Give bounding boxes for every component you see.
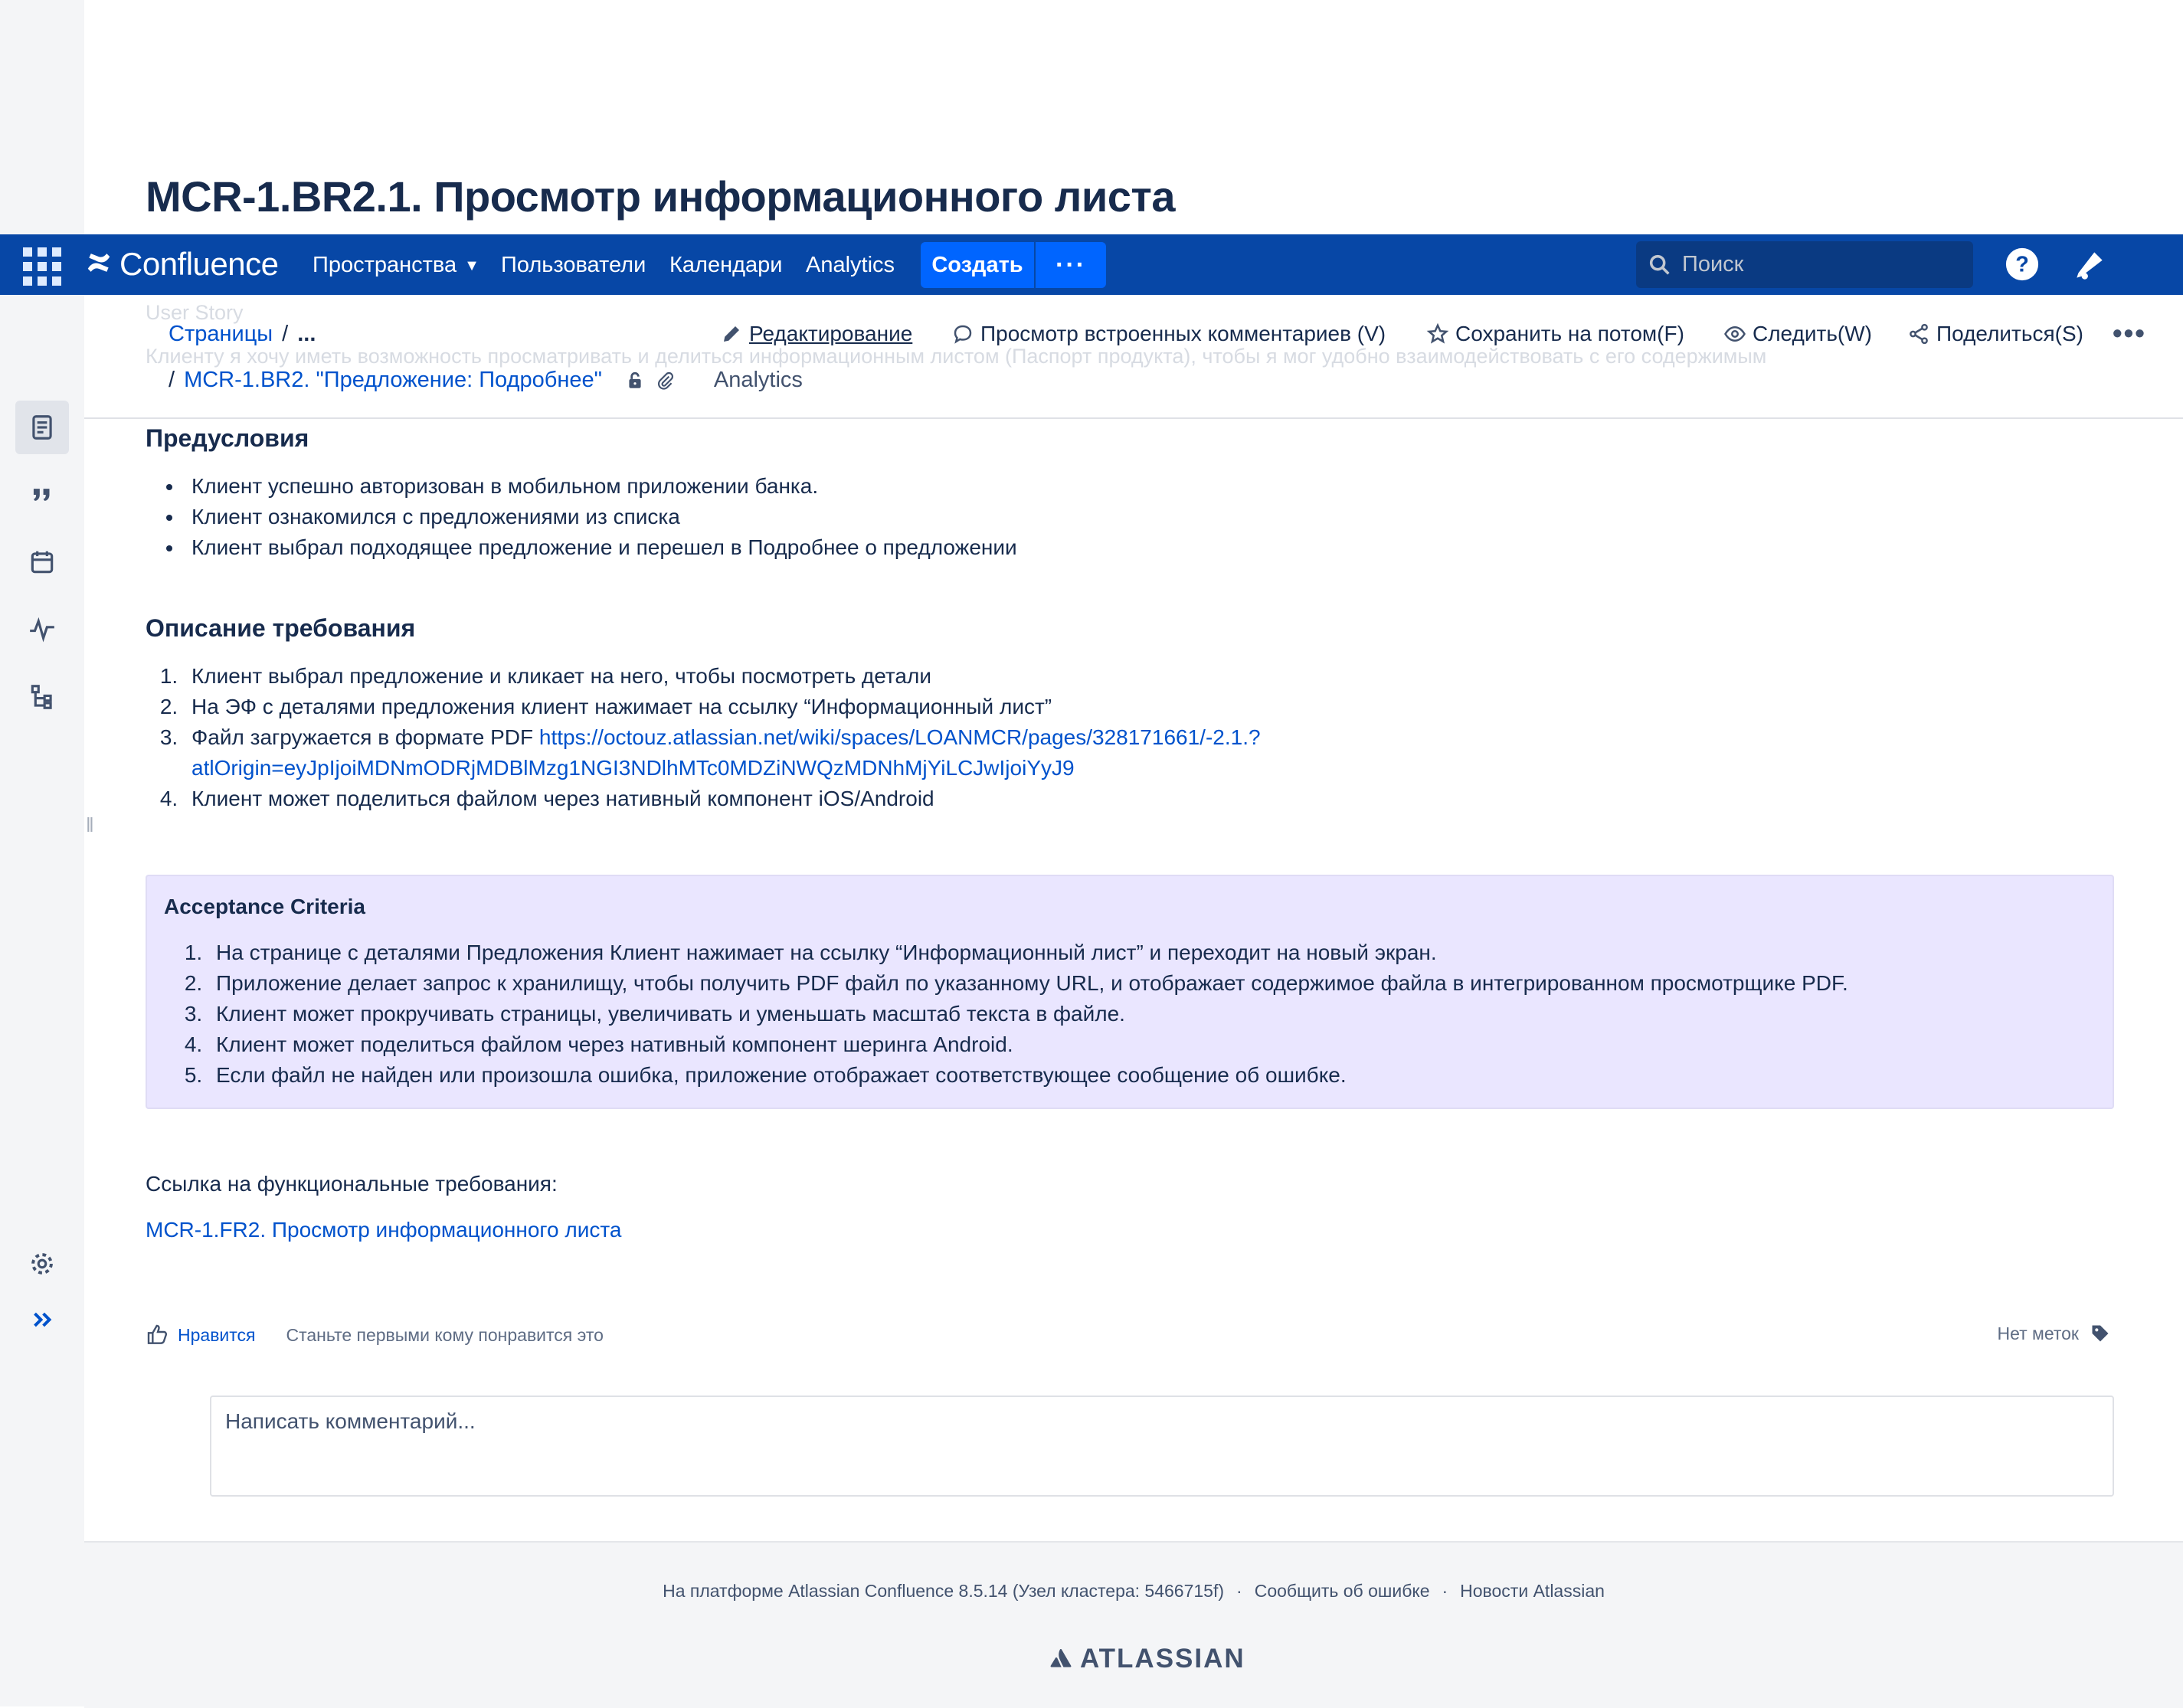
watch-button[interactable]: Следить(W)	[1723, 322, 1872, 346]
list-item-text: Файл загружается в формате PDF	[191, 725, 539, 749]
edit-label: Редактирование	[749, 322, 913, 345]
list-item: Клиент успешно авторизован в мобильном п…	[184, 471, 1017, 502]
breadcrumb-pages[interactable]: Страницы	[169, 322, 273, 346]
edit-icon	[724, 326, 739, 342]
footer-links: На платформе Atlassian Confluence 8.5.14…	[84, 1581, 2183, 1602]
settings-icon[interactable]	[15, 1237, 69, 1291]
confluence-logo-icon	[84, 248, 113, 281]
report-bug-link[interactable]: Сообщить об ошибке	[1255, 1581, 1430, 1601]
like-icon[interactable]	[146, 1323, 170, 1347]
pdf-link[interactable]: https://octouz.atlassian.net/wiki/spaces…	[539, 725, 1261, 749]
create-button[interactable]: Создать	[921, 242, 1034, 288]
atlassian-logo[interactable]: ATLASSIAN	[1048, 1644, 1245, 1674]
list-item: Клиент ознакомился с предложениями из сп…	[184, 502, 1017, 532]
app-switcher-icon[interactable]	[21, 246, 63, 287]
preconditions-heading: Предусловия	[146, 424, 309, 452]
list-item: Если файл не найден или произошла ошибка…	[208, 1060, 1848, 1091]
attachment-icon[interactable]	[656, 371, 676, 391]
pdf-link-continued[interactable]: atlOrigin=eyJpIjoiMDNmODRjMDBlMzg1NGI3ND…	[191, 756, 1075, 780]
share-label: Поделиться(S)	[1936, 322, 2083, 345]
breadcrumb-ellipsis[interactable]: ...	[297, 322, 316, 346]
nav-analytics[interactable]: Analytics	[806, 253, 895, 278]
notification-icon[interactable]	[2070, 246, 2109, 284]
save-for-later-button[interactable]: Сохранить на потом(F)	[1426, 322, 1684, 346]
nav-spaces[interactable]: Пространства ▼	[313, 253, 479, 278]
search-box[interactable]	[1636, 241, 1973, 288]
list-item: Клиент может прокручивать страницы, увел…	[208, 999, 1848, 1029]
like-row: Нравится Станьте первыми кому понравится…	[146, 1323, 604, 1347]
search-input[interactable]	[1681, 251, 1959, 278]
list-item: Клиент может поделиться файлом через нат…	[184, 784, 1261, 814]
nav-spaces-label: Пространства	[313, 253, 457, 277]
inline-comments-button[interactable]: Просмотр встроенных комментариев (V)	[951, 322, 1386, 346]
like-button[interactable]: Нравится	[178, 1325, 256, 1346]
page-title: MCR-1.BR2.1. Просмотр информационного ли…	[146, 172, 1176, 221]
chevron-down-icon: ▼	[464, 257, 479, 274]
comment-placeholder: Написать комментарий...	[225, 1409, 476, 1433]
list-item: Клиент может поделиться файлом через нат…	[208, 1029, 1848, 1060]
share-icon	[1910, 323, 1928, 345]
svg-text:?: ?	[2015, 253, 2029, 277]
footer-dot: ·	[1236, 1581, 1242, 1601]
save-for-later-label: Сохранить на потом(F)	[1455, 322, 1684, 345]
functional-requirements-link[interactable]: MCR-1.FR2. Просмотр информационного лист…	[146, 1218, 621, 1242]
top-navigation-bar: Confluence Пространства ▼ Пользователи Ка…	[0, 234, 2183, 295]
help-icon[interactable]: ?	[2005, 247, 2040, 282]
functional-requirements-label: Ссылка на функциональные требования:	[146, 1172, 558, 1196]
page-analytics-link[interactable]: Analytics	[714, 368, 803, 393]
comment-icon	[954, 325, 972, 344]
edit-button[interactable]: Редактирование	[720, 322, 912, 346]
breadcrumb-separator: /	[169, 368, 175, 392]
tree-icon[interactable]	[15, 670, 69, 724]
star-icon	[1426, 322, 1449, 344]
pages-icon[interactable]	[15, 401, 69, 454]
sidebar-resize-handle[interactable]: ‖	[86, 813, 95, 836]
breadcrumb: Страницы /...	[169, 322, 316, 347]
quote-icon[interactable]	[15, 468, 69, 522]
eye-icon	[1724, 326, 1746, 342]
inline-comments-label: Просмотр встроенных комментариев (V)	[980, 322, 1386, 345]
calendar-icon[interactable]	[15, 535, 69, 589]
create-more-button[interactable]: ···	[1036, 242, 1106, 288]
labels-area: Нет меток	[1997, 1323, 2111, 1344]
acceptance-criteria-panel: Acceptance Criteria На странице с деталя…	[146, 875, 2114, 1109]
acceptance-criteria-title: Acceptance Criteria	[164, 895, 366, 918]
more-actions-button[interactable]: •••	[2113, 319, 2146, 347]
list-item: Приложение делает запрос к хранилищу, чт…	[208, 968, 1848, 999]
atlassian-news-link[interactable]: Новости Atlassian	[1460, 1581, 1605, 1601]
comment-input[interactable]: Написать комментарий...	[210, 1396, 2114, 1497]
analytics-icon[interactable]	[15, 603, 69, 656]
like-hint: Станьте первыми кому понравится это	[286, 1324, 604, 1345]
list-item: На ЭФ с деталями предложения клиент нажи…	[184, 692, 1261, 722]
confluence-logo[interactable]: Confluence	[84, 245, 279, 283]
lock-icon[interactable]	[625, 371, 645, 391]
breadcrumb-separator: /	[282, 322, 289, 346]
label-icon[interactable]	[2090, 1323, 2111, 1344]
watch-label: Следить(W)	[1753, 322, 1872, 345]
acceptance-criteria-list: На странице с деталями Предложения Клиен…	[208, 937, 1848, 1091]
expand-icon[interactable]	[15, 1293, 69, 1346]
no-labels-text: Нет меток	[1997, 1323, 2079, 1343]
list-item: Клиент выбрал подходящее предложение и п…	[184, 532, 1017, 563]
preconditions-list: Клиент успешно авторизован в мобильном п…	[184, 471, 1017, 563]
share-button[interactable]: Поделиться(S)	[1907, 322, 2083, 346]
footer: На платформе Atlassian Confluence 8.5.14…	[84, 1541, 2183, 1708]
list-item: Файл загружается в формате PDF https://o…	[184, 722, 1261, 784]
confluence-logo-text: Confluence	[119, 246, 279, 282]
header-divider	[84, 417, 2183, 419]
ghost-story-text: Клиенту я хочу иметь возможность просмат…	[146, 345, 1767, 368]
footer-dot: ·	[1442, 1581, 1448, 1601]
nav-people[interactable]: Пользователи	[501, 253, 646, 278]
breadcrumb-parent-page[interactable]: MCR-1.BR2. "Предложение: Подробнее"	[184, 368, 602, 393]
search-icon	[1649, 254, 1670, 275]
list-item: Клиент выбрал предложение и кликает на н…	[184, 661, 1261, 692]
footer-platform-text: На платформе Atlassian Confluence 8.5.14…	[663, 1581, 1225, 1601]
requirement-heading: Описание требования	[146, 614, 416, 642]
requirement-list: Клиент выбрал предложение и кликает на н…	[184, 661, 1261, 814]
atlassian-logo-icon	[1050, 1649, 1072, 1667]
list-item: На странице с деталями Предложения Клиен…	[208, 937, 1848, 968]
atlassian-logo-text: ATLASSIAN	[1080, 1644, 1245, 1674]
nav-calendars[interactable]: Календари	[669, 253, 782, 278]
breadcrumb-second-line: / MCR-1.BR2. "Предложение: Подробнее" Ana…	[169, 368, 803, 393]
